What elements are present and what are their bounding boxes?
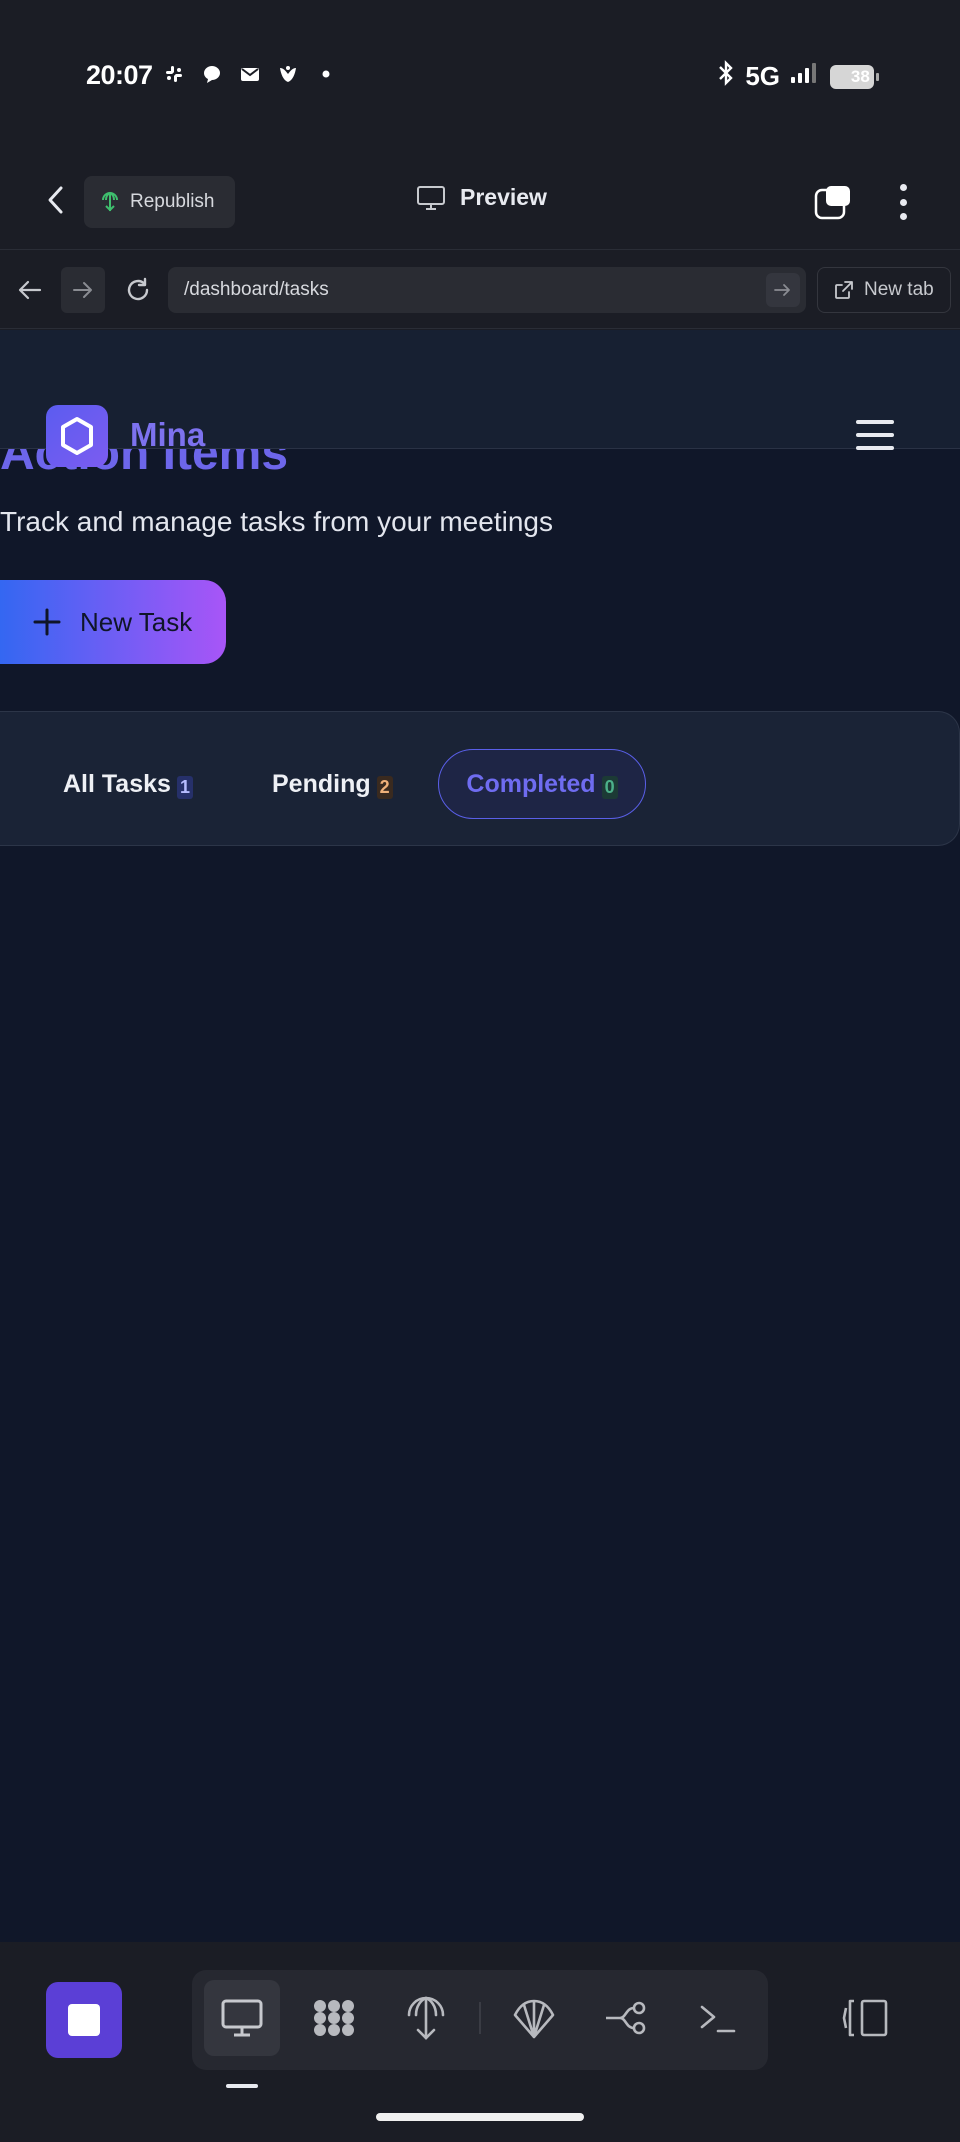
republish-label: Republish: [130, 191, 215, 212]
nodes-icon: [606, 2001, 646, 2035]
tab-label: Completed: [466, 769, 596, 798]
tab-count-badge: 0: [601, 775, 618, 799]
tab-completed[interactable]: Completed 0: [438, 749, 646, 819]
site-navbar: Mina: [0, 330, 960, 467]
tabs-icon: [814, 186, 850, 220]
back-button[interactable]: [38, 178, 72, 222]
shell-icon: [513, 1999, 555, 2039]
arrow-left-icon: [18, 280, 42, 300]
status-time: 20:07: [86, 60, 153, 90]
new-task-label: New Task: [80, 606, 193, 637]
status-bar: 20:07 5G 38: [0, 0, 960, 150]
tool-nodes[interactable]: [588, 1980, 664, 2056]
menu-line-icon: [856, 446, 894, 450]
url-go-button[interactable]: [766, 273, 800, 307]
hexagon-icon: [61, 417, 93, 455]
tab-count-badge: 1: [176, 775, 193, 799]
layout-toggle-button[interactable]: [838, 1990, 894, 2046]
tab-label: All Tasks: [63, 769, 171, 798]
tool-terminal[interactable]: [680, 1980, 756, 2056]
tool-shell[interactable]: [496, 1980, 572, 2056]
chevron-left-icon: [48, 186, 63, 214]
dot-icon: [314, 62, 338, 86]
stop-icon: [68, 2004, 100, 2036]
home-indicator[interactable]: [376, 2113, 584, 2121]
app-header: Republish Preview: [0, 150, 960, 250]
more-options-button[interactable]: [888, 182, 918, 222]
new-task-button[interactable]: New Task: [0, 580, 226, 664]
menu-button[interactable]: [856, 420, 894, 450]
plus-icon: [33, 608, 61, 636]
more-dot-icon: [899, 198, 907, 206]
tool-deploy[interactable]: [388, 1980, 464, 2056]
preview-label: Preview: [460, 184, 547, 210]
split-layout-icon: [842, 1999, 888, 2037]
new-tab-label: New tab: [864, 279, 934, 300]
terminal-icon: [700, 2005, 736, 2033]
brand-name[interactable]: Mina: [130, 416, 205, 454]
tabs-button[interactable]: [814, 184, 854, 220]
network-type: 5G: [745, 61, 780, 91]
status-right: 5G 38: [717, 60, 879, 93]
mail-icon: [238, 62, 262, 86]
reload-icon: [127, 277, 149, 301]
publish-globe-icon: [102, 191, 118, 212]
apps-grid-icon: [314, 2000, 354, 2036]
battery-icon: 38: [830, 64, 879, 89]
slack-icon: [162, 62, 186, 86]
bank-icon: [276, 62, 300, 86]
page-subtitle: Track and manage tasks from your meeting…: [0, 506, 553, 537]
new-tab-button[interactable]: New tab: [817, 267, 951, 313]
menu-line-icon: [856, 433, 894, 437]
deploy-icon: [407, 1996, 445, 2040]
republish-button[interactable]: Republish: [84, 176, 235, 228]
toolbar-divider: [479, 2002, 481, 2034]
tool-group: [192, 1970, 768, 2070]
tab-count-badge: 2: [376, 775, 393, 799]
tool-preview[interactable]: [204, 1980, 280, 2056]
reload-button[interactable]: [116, 267, 160, 313]
tab-pending[interactable]: Pending 2: [272, 749, 393, 819]
browser-back-button[interactable]: [8, 267, 52, 313]
url-input[interactable]: [168, 267, 806, 313]
stop-button[interactable]: [46, 1982, 122, 2058]
more-dot-icon: [899, 184, 907, 191]
web-preview: Mina Action Items Track and manage tasks…: [0, 330, 960, 1942]
browser-url-bar: New tab: [0, 251, 960, 329]
bottom-toolbar: [0, 1943, 960, 2142]
tool-apps[interactable]: [296, 1980, 372, 2056]
monitor-icon: [417, 185, 445, 210]
brand-logo[interactable]: [46, 405, 108, 467]
notification-icons: [162, 62, 338, 86]
menu-line-icon: [856, 420, 894, 424]
signal-icon: [790, 61, 820, 92]
task-filter-panel: All Tasks 1 Pending 2 Completed 0: [0, 711, 960, 846]
tab-all-tasks[interactable]: All Tasks 1: [63, 749, 193, 819]
active-tool-indicator: [226, 2084, 258, 2088]
monitor-icon: [221, 1999, 263, 2037]
tab-label: Pending: [272, 769, 371, 798]
battery-level: 38: [850, 66, 870, 86]
bluetooth-icon: [717, 60, 735, 93]
arrow-right-icon: [774, 284, 790, 296]
browser-forward-button[interactable]: [61, 267, 105, 313]
external-link-icon: [835, 281, 853, 299]
arrow-right-icon: [73, 282, 92, 298]
more-dot-icon: [899, 213, 907, 220]
preview-toggle[interactable]: Preview: [416, 184, 547, 211]
chat-bubble-icon: [200, 62, 224, 86]
